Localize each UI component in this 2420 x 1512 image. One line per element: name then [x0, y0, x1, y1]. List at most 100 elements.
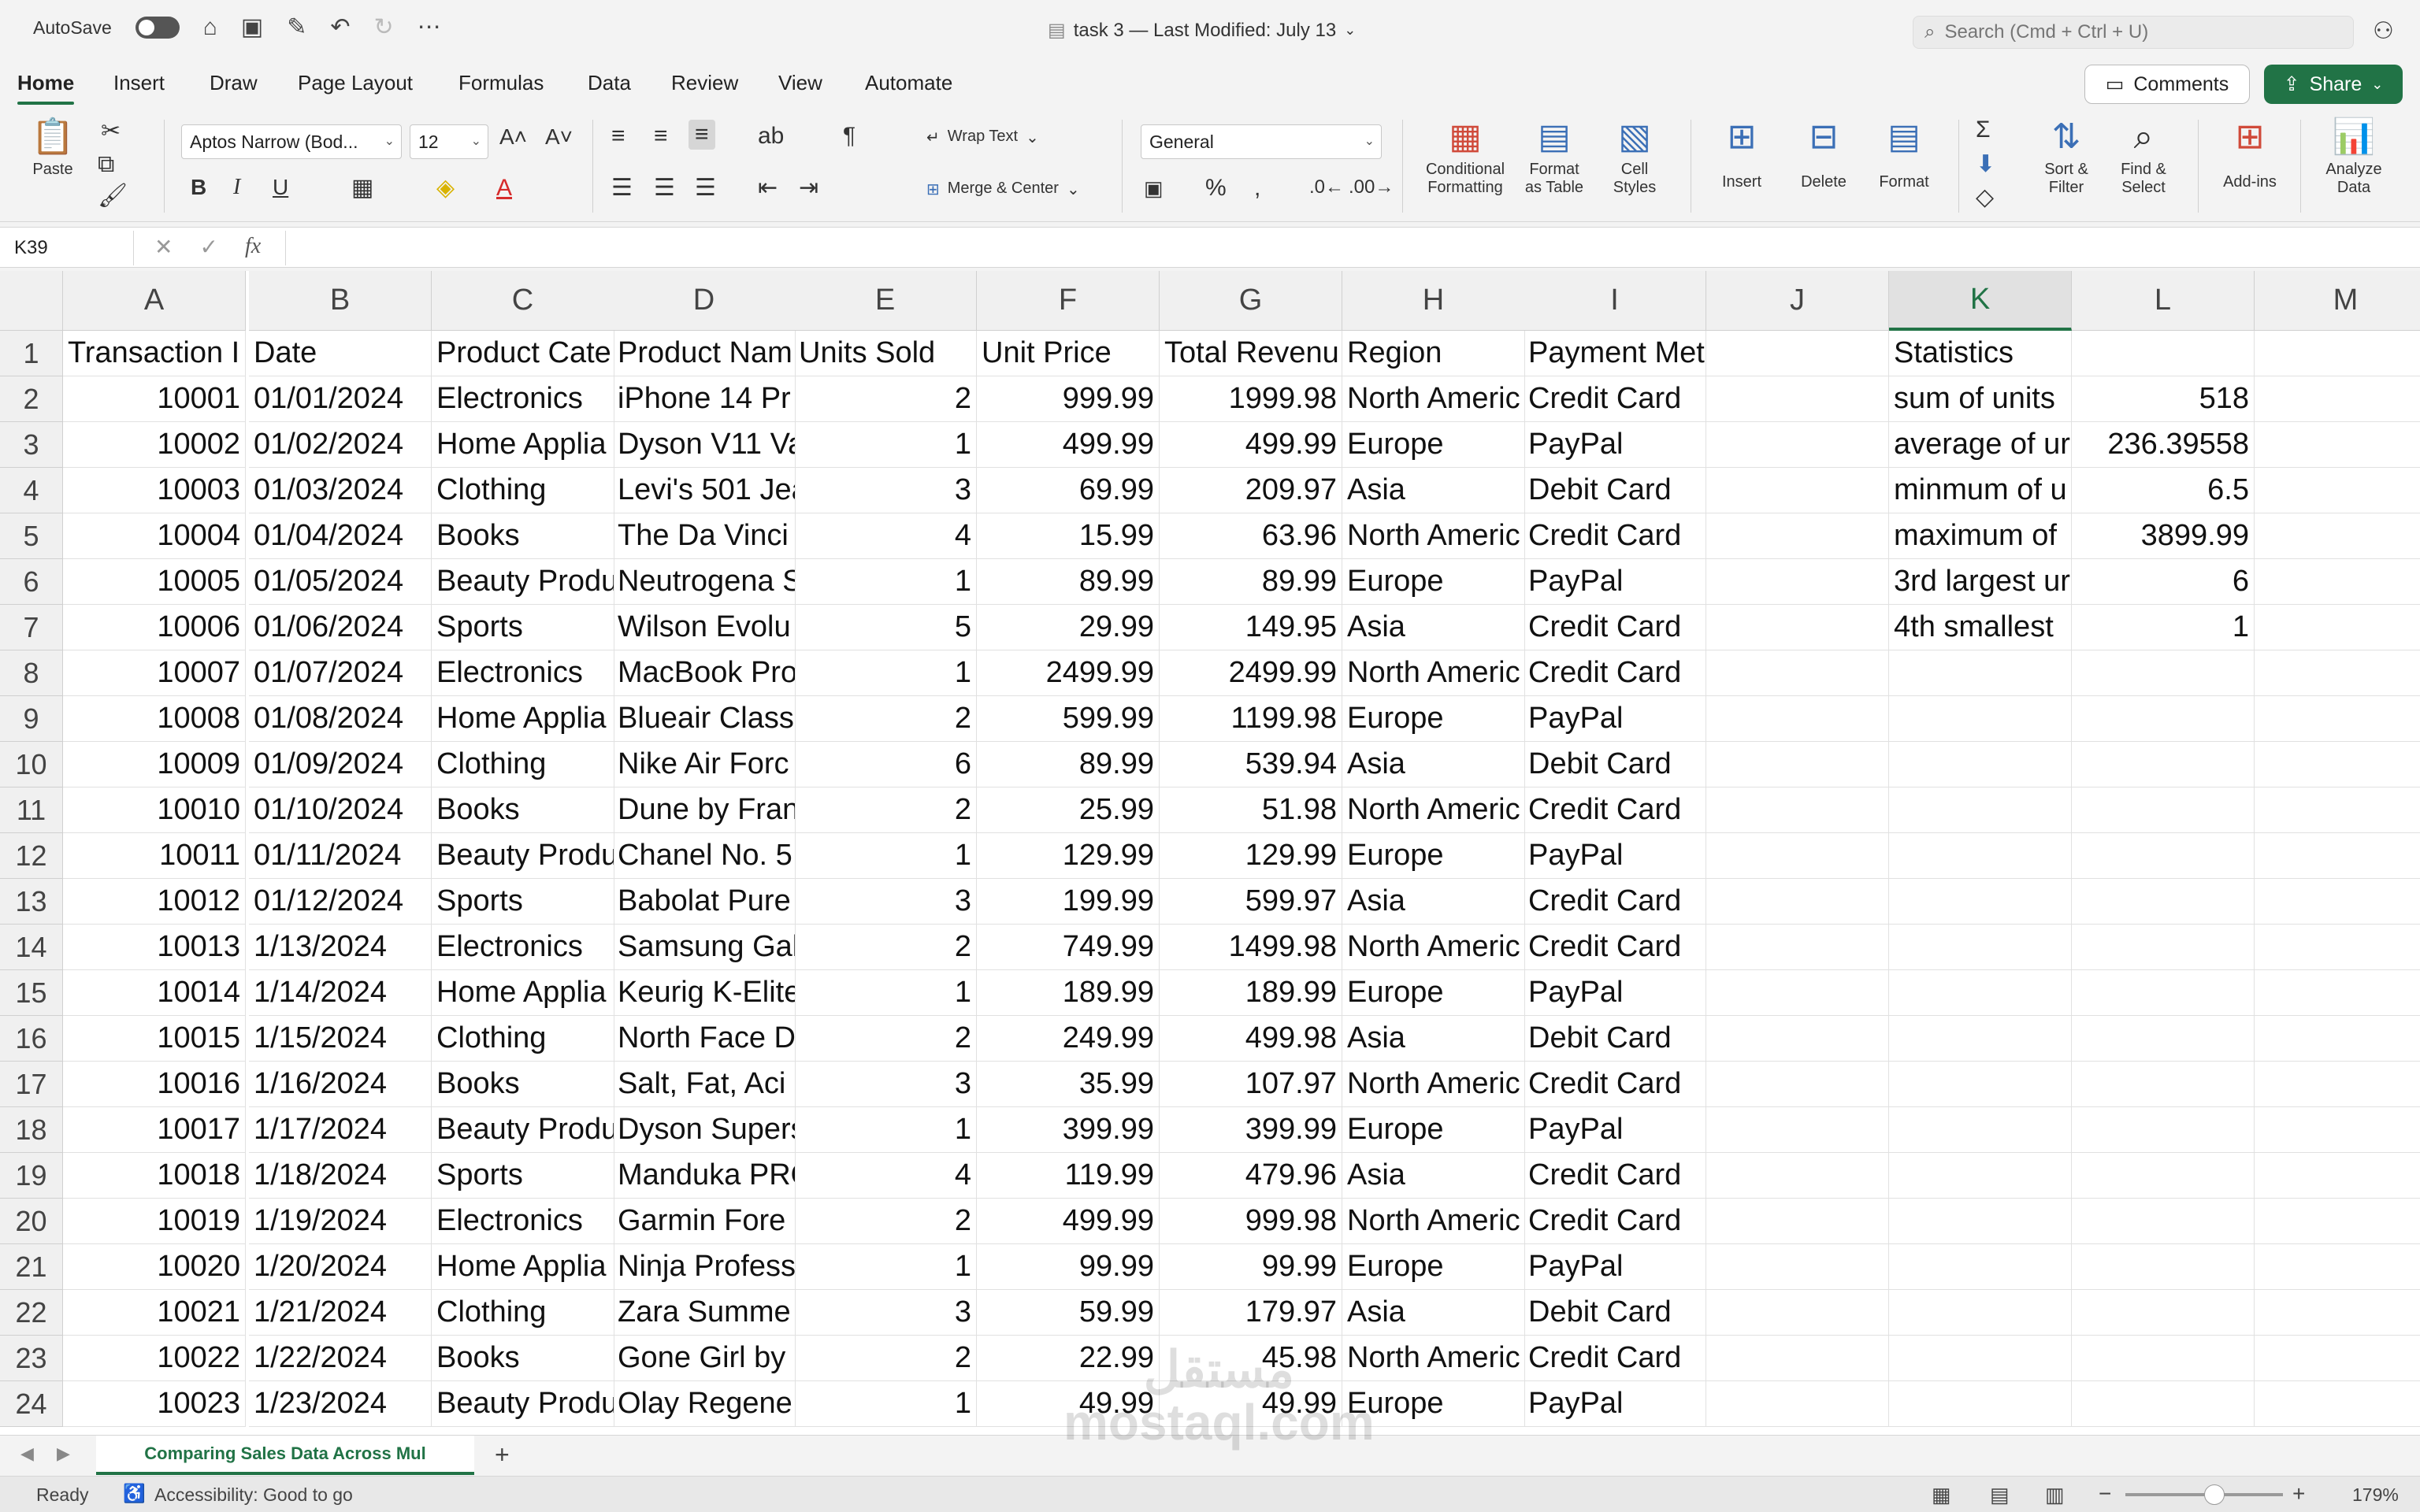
- cell-g21[interactable]: 99.99: [1160, 1244, 1342, 1290]
- tab-home[interactable]: Home: [17, 71, 75, 105]
- column-header-j[interactable]: J: [1706, 271, 1889, 331]
- row-header[interactable]: 15: [0, 970, 63, 1016]
- column-header-k[interactable]: K: [1889, 271, 2072, 331]
- cell-b7[interactable]: 01/06/2024: [249, 605, 432, 650]
- increase-font-icon[interactable]: A˄: [499, 126, 527, 148]
- zoom-level[interactable]: 179%: [2352, 1484, 2399, 1506]
- cell-g16[interactable]: 499.98: [1160, 1016, 1342, 1062]
- increase-indent-icon[interactable]: ⇥: [799, 176, 818, 200]
- delete-cells-button[interactable]: ⊟ Delete: [1787, 120, 1861, 191]
- cell-h21[interactable]: Europe: [1342, 1244, 1525, 1290]
- cell-e24[interactable]: 1: [794, 1381, 977, 1427]
- cell-a15[interactable]: 10014: [63, 970, 246, 1016]
- cell-l8[interactable]: [2072, 650, 2255, 696]
- cell-c1[interactable]: Product Cate: [432, 331, 614, 376]
- cell-f8[interactable]: 2499.99: [977, 650, 1160, 696]
- cell-g19[interactable]: 479.96: [1160, 1153, 1342, 1199]
- cell-h14[interactable]: North Americ: [1342, 925, 1525, 970]
- cell-f19[interactable]: 119.99: [977, 1153, 1160, 1199]
- cell-e10[interactable]: 6: [794, 742, 977, 788]
- sort-filter-button[interactable]: ⇅ Sort & Filter: [2031, 120, 2102, 197]
- cell-g6[interactable]: 89.99: [1160, 559, 1342, 605]
- cell-a23[interactable]: 10022: [63, 1336, 246, 1381]
- row-header[interactable]: 21: [0, 1244, 63, 1290]
- row-header[interactable]: 7: [0, 605, 63, 650]
- account-icon[interactable]: ⚇: [2373, 17, 2394, 45]
- decrease-font-icon[interactable]: A˅: [545, 126, 573, 148]
- cell-b14[interactable]: 1/13/2024: [249, 925, 432, 970]
- decrease-decimal-icon[interactable]: .00→: [1349, 178, 1394, 197]
- cell-c19[interactable]: Sports: [432, 1153, 614, 1199]
- cell-c2[interactable]: Electronics: [432, 376, 614, 422]
- cell-c8[interactable]: Electronics: [432, 650, 614, 696]
- cell-i14[interactable]: Credit Card: [1524, 925, 1706, 970]
- cell-g17[interactable]: 107.97: [1160, 1062, 1342, 1107]
- cell-e23[interactable]: 2: [794, 1336, 977, 1381]
- cell-b12[interactable]: 01/11/2024: [249, 833, 432, 879]
- cell-l11[interactable]: [2072, 788, 2255, 833]
- cell-k18[interactable]: [1889, 1107, 2072, 1153]
- cell-e3[interactable]: 1: [794, 422, 977, 468]
- cell-d11[interactable]: Dune by Fran: [613, 788, 796, 833]
- cell-d8[interactable]: MacBook Pro: [613, 650, 796, 696]
- row-header[interactable]: 14: [0, 925, 63, 970]
- cell-d20[interactable]: Garmin Fore: [613, 1199, 796, 1244]
- fill-color-icon[interactable]: ◈: [436, 176, 455, 200]
- autosum-icon[interactable]: Σ: [1976, 118, 1991, 142]
- cell-l6[interactable]: 6: [2072, 559, 2255, 605]
- cell-i18[interactable]: PayPal: [1524, 1107, 1706, 1153]
- cell-j14[interactable]: [1706, 925, 1889, 970]
- row-header[interactable]: 11: [0, 788, 63, 833]
- row-header[interactable]: 4: [0, 468, 63, 513]
- cell-m2[interactable]: [2255, 376, 2420, 422]
- find-select-button[interactable]: ⌕ Find & Select: [2108, 120, 2179, 197]
- cell-m20[interactable]: [2255, 1199, 2420, 1244]
- cell-a6[interactable]: 10005: [63, 559, 246, 605]
- cell-b19[interactable]: 1/18/2024: [249, 1153, 432, 1199]
- redo-icon[interactable]: ↻: [374, 16, 394, 39]
- increase-decimal-icon[interactable]: .0←: [1309, 178, 1344, 197]
- cell-j6[interactable]: [1706, 559, 1889, 605]
- cell-i11[interactable]: Credit Card: [1524, 788, 1706, 833]
- cell-j19[interactable]: [1706, 1153, 1889, 1199]
- cell-c6[interactable]: Beauty Produ: [432, 559, 614, 605]
- cell-i12[interactable]: PayPal: [1524, 833, 1706, 879]
- row-header[interactable]: 17: [0, 1062, 63, 1107]
- cell-m9[interactable]: [2255, 696, 2420, 742]
- cell-i9[interactable]: PayPal: [1524, 696, 1706, 742]
- cell-l12[interactable]: [2072, 833, 2255, 879]
- cell-a10[interactable]: 10009: [63, 742, 246, 788]
- tab-data[interactable]: Data: [588, 71, 631, 95]
- tab-draw[interactable]: Draw: [210, 71, 258, 95]
- cell-i10[interactable]: Debit Card: [1524, 742, 1706, 788]
- row-header[interactable]: 3: [0, 422, 63, 468]
- autosave-toggle[interactable]: [135, 17, 180, 39]
- cell-e5[interactable]: 4: [794, 513, 977, 559]
- tab-page-layout[interactable]: Page Layout: [298, 71, 413, 95]
- cell-b3[interactable]: 01/02/2024: [249, 422, 432, 468]
- cell-a11[interactable]: 10010: [63, 788, 246, 833]
- cell-k14[interactable]: [1889, 925, 2072, 970]
- cell-h19[interactable]: Asia: [1342, 1153, 1525, 1199]
- cell-f4[interactable]: 69.99: [977, 468, 1160, 513]
- cell-m6[interactable]: [2255, 559, 2420, 605]
- cell-h6[interactable]: Europe: [1342, 559, 1525, 605]
- row-header[interactable]: 19: [0, 1153, 63, 1199]
- search-input[interactable]: [1944, 21, 2323, 43]
- cell-b5[interactable]: 01/04/2024: [249, 513, 432, 559]
- cell-f17[interactable]: 35.99: [977, 1062, 1160, 1107]
- cell-l21[interactable]: [2072, 1244, 2255, 1290]
- cell-k3[interactable]: average of ur: [1889, 422, 2072, 468]
- cell-a12[interactable]: 10011: [63, 833, 246, 879]
- zoom-out-icon[interactable]: −: [2099, 1481, 2111, 1506]
- cell-c10[interactable]: Clothing: [432, 742, 614, 788]
- cell-c20[interactable]: Electronics: [432, 1199, 614, 1244]
- cell-d3[interactable]: Dyson V11 Va: [613, 422, 796, 468]
- align-top-icon[interactable]: ≡: [611, 124, 625, 148]
- cell-a7[interactable]: 10006: [63, 605, 246, 650]
- cell-f5[interactable]: 15.99: [977, 513, 1160, 559]
- cell-b6[interactable]: 01/05/2024: [249, 559, 432, 605]
- cell-d9[interactable]: Blueair Class: [613, 696, 796, 742]
- cell-h1[interactable]: Region: [1342, 331, 1525, 376]
- cell-h12[interactable]: Europe: [1342, 833, 1525, 879]
